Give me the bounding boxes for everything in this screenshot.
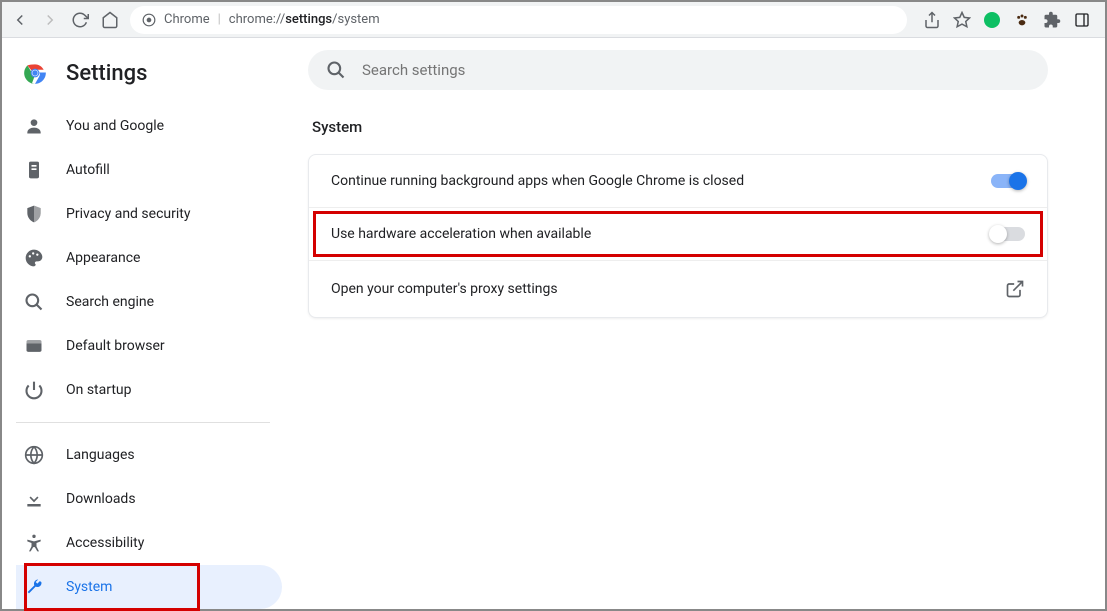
sidebar-item-autofill[interactable]: Autofill [16, 148, 282, 192]
sidebar-item-you-and-google[interactable]: You and Google [16, 104, 282, 148]
row-label: Use hardware acceleration when available [331, 226, 591, 242]
url-path-bold: settings [285, 12, 332, 27]
system-card: Continue running background apps when Go… [308, 154, 1048, 318]
app-title-block: Settings [16, 54, 282, 104]
nav-group-2: Languages Downloads Accessibility System [16, 433, 282, 609]
sidebar-item-appearance[interactable]: Appearance [16, 236, 282, 280]
share-icon[interactable] [923, 11, 941, 29]
back-button[interactable] [10, 10, 30, 30]
sidebar-item-label: You and Google [66, 118, 164, 134]
extension-green-icon[interactable] [983, 11, 1001, 29]
sidebar-item-on-startup[interactable]: On startup [16, 368, 282, 412]
row-label: Continue running background apps when Go… [331, 173, 744, 189]
sidebar-item-label: On startup [66, 382, 132, 398]
sidebar-item-search-engine[interactable]: Search engine [16, 280, 282, 324]
sidebar-item-privacy[interactable]: Privacy and security [16, 192, 282, 236]
page-title: Settings [66, 61, 147, 86]
accessibility-icon [24, 533, 44, 553]
extension-paw-icon[interactable] [1013, 11, 1031, 29]
sidebar-item-label: Languages [66, 447, 135, 463]
sidebar-item-accessibility[interactable]: Accessibility [16, 521, 282, 565]
autofill-icon [24, 160, 44, 180]
sidebar-item-label: Search engine [66, 294, 154, 310]
sidebar-item-default-browser[interactable]: Default browser [16, 324, 282, 368]
row-bg-apps[interactable]: Continue running background apps when Go… [309, 155, 1047, 207]
browser-icon [24, 336, 44, 356]
sidebar-item-label: Accessibility [66, 535, 144, 551]
section-title: System [312, 118, 1065, 136]
forward-button[interactable] [40, 10, 60, 30]
main-panel: System Continue running background apps … [282, 38, 1105, 609]
sidebar-item-label: System [66, 579, 112, 595]
extensions-icon[interactable] [1043, 11, 1061, 29]
home-button[interactable] [100, 10, 120, 30]
toggle-bg-apps[interactable] [991, 174, 1025, 188]
nav-group-1: You and Google Autofill Privacy and secu… [16, 104, 282, 412]
sidebar-item-label: Default browser [66, 338, 165, 354]
address-bar[interactable]: Chrome | chrome://settings/system [130, 6, 907, 34]
power-icon [24, 380, 44, 400]
search-icon [24, 292, 44, 312]
sidebar-divider [16, 422, 270, 423]
url-path-rest: /system [332, 12, 379, 27]
row-label: Open your computer's proxy settings [331, 281, 558, 297]
reload-button[interactable] [70, 10, 90, 30]
globe-icon [24, 445, 44, 465]
star-icon[interactable] [953, 11, 971, 29]
sidebar-item-system[interactable]: System [16, 565, 282, 609]
panel-icon[interactable] [1073, 11, 1091, 29]
search-input[interactable] [362, 61, 1030, 79]
sidebar-item-label: Autofill [66, 162, 110, 178]
external-link-icon [1005, 279, 1025, 299]
sidebar-item-label: Privacy and security [66, 206, 190, 222]
chrome-logo-icon [22, 60, 48, 86]
row-proxy[interactable]: Open your computer's proxy settings [309, 260, 1047, 317]
url-prefix: Chrome [164, 12, 210, 27]
shield-icon [24, 204, 44, 224]
sidebar: Settings You and Google Autofill Privacy… [2, 38, 282, 609]
browser-toolbar: Chrome | chrome://settings/system [2, 2, 1105, 38]
chrome-icon [142, 13, 156, 27]
person-icon [24, 116, 44, 136]
url-host: chrome:// [229, 12, 285, 27]
search-settings-box[interactable] [308, 50, 1048, 90]
sidebar-item-languages[interactable]: Languages [16, 433, 282, 477]
toggle-hw-accel[interactable] [991, 227, 1025, 241]
wrench-icon [24, 577, 44, 597]
row-hw-accel[interactable]: Use hardware acceleration when available [309, 207, 1047, 260]
sidebar-item-label: Downloads [66, 491, 136, 507]
toolbar-right [917, 11, 1097, 29]
download-icon [24, 489, 44, 509]
sidebar-item-label: Appearance [66, 250, 140, 266]
search-icon [326, 60, 346, 80]
palette-icon [24, 248, 44, 268]
sidebar-item-downloads[interactable]: Downloads [16, 477, 282, 521]
